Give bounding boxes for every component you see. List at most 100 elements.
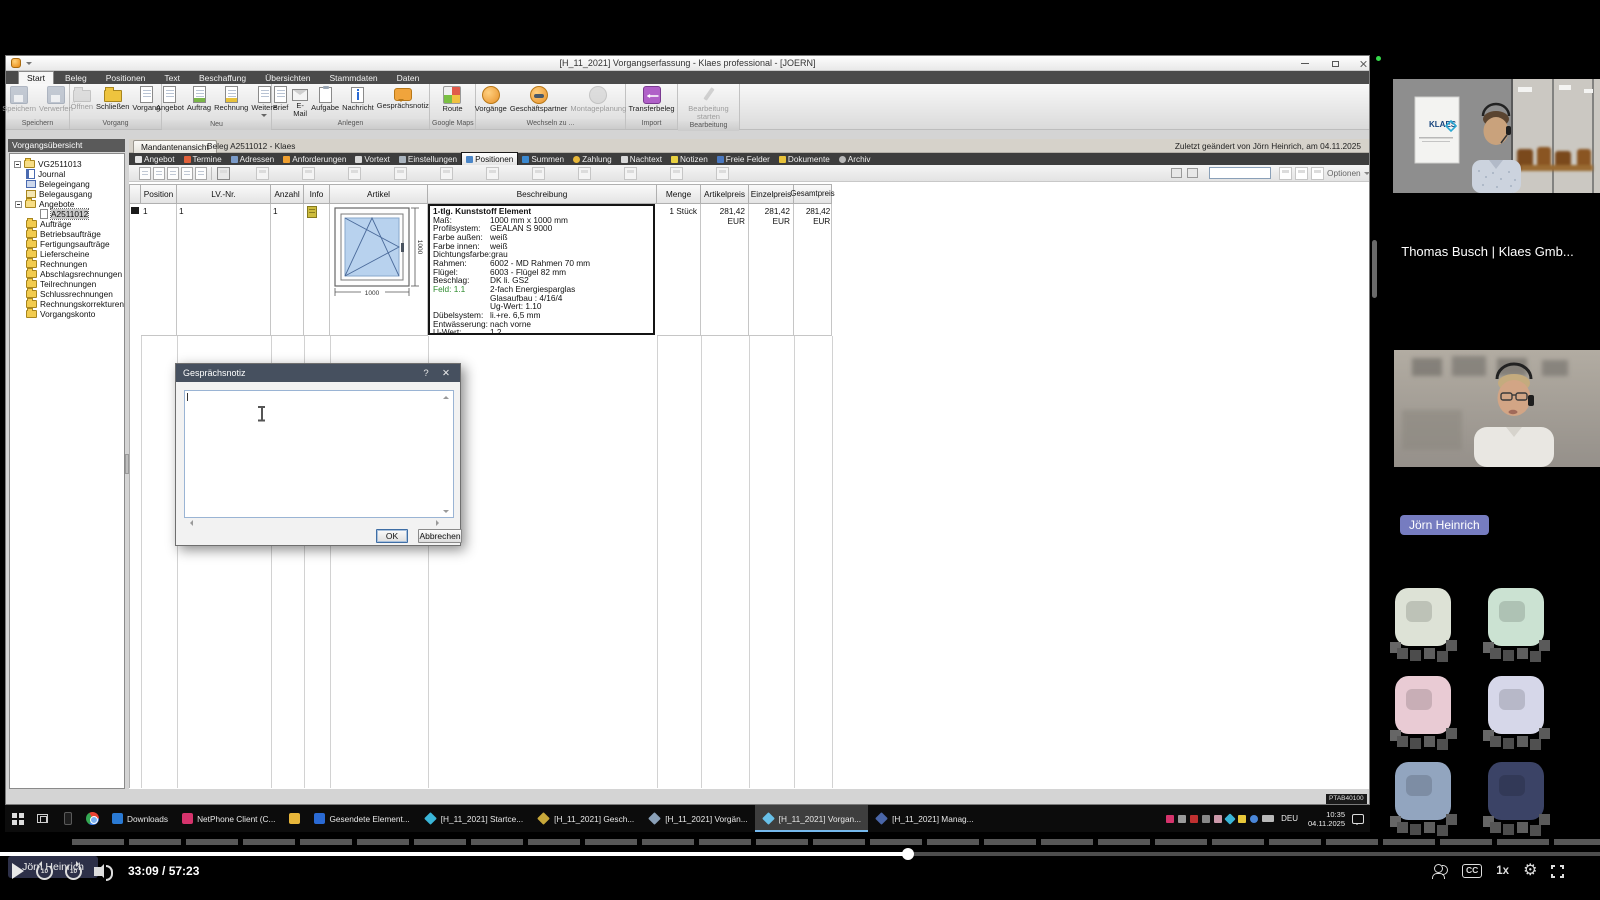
element-type-button[interactable] <box>440 167 453 180</box>
volume-button[interactable] <box>94 867 102 876</box>
tab-summen[interactable]: Summen <box>518 153 568 165</box>
paste-position-icon[interactable] <box>181 167 193 180</box>
collapse-icon[interactable] <box>14 161 21 168</box>
close-button[interactable] <box>1352 58 1374 69</box>
montageplanung-button[interactable]: Montageplanung <box>570 86 626 113</box>
tray-icon[interactable] <box>1224 813 1235 824</box>
element-type-button[interactable] <box>348 167 361 180</box>
taskbar-item-startcenter[interactable]: [H_11_2021] Startce... <box>417 805 530 832</box>
tray-icon[interactable] <box>1238 815 1246 823</box>
tab-angebot[interactable]: Angebot <box>131 153 179 165</box>
tab-termine[interactable]: Termine <box>180 153 226 165</box>
column-header-menge[interactable]: Menge <box>657 184 701 204</box>
menu-tab-text[interactable]: Text <box>156 71 188 84</box>
element-type-button[interactable] <box>670 167 683 180</box>
tab-archiv[interactable]: Archiv <box>835 153 875 165</box>
menu-tab-positionen[interactable]: Positionen <box>98 71 154 84</box>
cell-menge[interactable]: 1 Stück <box>657 204 701 336</box>
tab-einstellungen[interactable]: Einstellungen <box>395 153 461 165</box>
settings-gear-icon[interactable] <box>1523 862 1537 880</box>
element-type-button[interactable] <box>256 167 269 180</box>
tab-nachtext[interactable]: Nachtext <box>617 153 666 165</box>
menu-tab-beleg[interactable]: Beleg <box>57 71 95 84</box>
element-type-button[interactable] <box>716 167 729 180</box>
cell-einzelpreis[interactable]: 281,42 EUR <box>749 204 794 336</box>
open-doc-icon[interactable] <box>1295 167 1308 180</box>
tray-icon[interactable] <box>1166 815 1174 823</box>
tab-adressen[interactable]: Adressen <box>227 153 279 165</box>
tray-icon[interactable] <box>1202 815 1210 823</box>
element-type-button[interactable] <box>578 167 591 180</box>
taskbar-item-outlook[interactable]: Gesendete Element... <box>307 805 416 832</box>
column-header-anzahl[interactable]: Anzahl <box>271 184 304 204</box>
cell-artikelpreis[interactable]: 281,42 EUR <box>701 204 749 336</box>
cancel-button[interactable]: Abbrechen <box>418 529 462 543</box>
column-header-lvnr[interactable]: LV.-Nr. <box>177 184 271 204</box>
cell-info[interactable] <box>304 204 330 336</box>
cell-anzahl[interactable]: 1 <box>271 204 304 336</box>
print-icon[interactable] <box>1171 168 1182 178</box>
nachricht-button[interactable]: Nachricht <box>342 86 374 112</box>
taskbar-item-geschaeftspartner[interactable]: [H_11_2021] Gesch... <box>530 805 641 832</box>
audio-description-icon[interactable] <box>1432 864 1448 878</box>
chapter-segments-bar[interactable] <box>72 839 1600 845</box>
taskbar-item-vorgang-active[interactable]: [H_11_2021] Vorgan... <box>755 805 868 832</box>
element-type-button[interactable] <box>624 167 637 180</box>
brief-button[interactable]: Brief <box>272 86 289 112</box>
element-type-button[interactable] <box>486 167 499 180</box>
rechnung-button[interactable]: Rechnung <box>214 86 248 112</box>
preview-icon[interactable] <box>1187 168 1198 178</box>
column-header-artikel[interactable]: Artikel <box>330 184 428 204</box>
taskbar-item-downloads[interactable]: Downloads <box>105 805 175 832</box>
note-textarea[interactable] <box>184 390 454 518</box>
window-drawing[interactable]: 1000 1000 <box>332 206 424 302</box>
gespraechsnotiz-button[interactable]: Gesprächsnotiz <box>377 86 429 110</box>
menu-tab-daten[interactable]: Daten <box>389 71 428 84</box>
taskbar-item-management[interactable]: [H_11_2021] Manag... <box>868 805 981 832</box>
new-position-icon[interactable] <box>139 167 151 180</box>
oeffnen-button[interactable]: Öffnen <box>71 86 93 111</box>
delete-position-icon[interactable] <box>195 167 207 180</box>
tree-item-vorgangskonto[interactable]: Vorgangskonto <box>13 309 124 319</box>
language-indicator[interactable]: DEU <box>1278 814 1301 823</box>
notification-icon[interactable] <box>1352 814 1364 824</box>
email-button[interactable]: E-Mail <box>292 86 308 118</box>
playback-speed-button[interactable]: 1x <box>1496 865 1509 877</box>
tray-icon[interactable] <box>1214 815 1222 823</box>
menu-tab-start[interactable]: Start <box>18 71 54 84</box>
help-icon[interactable]: ? <box>419 368 433 379</box>
column-header-info[interactable]: Info <box>304 184 330 204</box>
column-header-position[interactable]: Position <box>141 184 177 204</box>
column-header-einzelpreis[interactable]: Einzelpreis <box>749 184 794 204</box>
collapse-icon[interactable] <box>15 201 22 208</box>
column-header-artikelpreis[interactable]: Artikelpreis <box>701 184 749 204</box>
close-icon[interactable]: ✕ <box>439 368 453 379</box>
copy-position-icon[interactable] <box>167 167 179 180</box>
transferbeleg-button[interactable]: Transferbeleg <box>629 86 675 113</box>
rewind-10-button[interactable]: 10 <box>36 863 53 880</box>
clear-icon[interactable] <box>1311 167 1324 180</box>
task-view-button[interactable] <box>30 805 55 832</box>
new-doc-icon[interactable] <box>1279 167 1292 180</box>
element-type-button[interactable] <box>217 167 230 180</box>
geschaeftspartner-button[interactable]: Geschäftspartner <box>510 86 568 113</box>
maximize-button[interactable] <box>1324 58 1346 69</box>
tab-dokumente[interactable]: Dokumente <box>775 153 834 165</box>
route-button[interactable]: Route <box>442 86 462 113</box>
tree-item-journal[interactable]: Journal <box>13 169 124 179</box>
tab-zahlung[interactable]: Zahlung <box>569 153 616 165</box>
ok-button[interactable]: OK <box>376 529 408 543</box>
schliessen-button[interactable]: Schließen <box>96 86 129 111</box>
menu-tab-stammdaten[interactable]: Stammdaten <box>321 71 385 84</box>
minimize-button[interactable] <box>1294 58 1316 69</box>
speichern-button[interactable]: Speichern <box>2 86 36 113</box>
search-input[interactable] <box>1209 167 1271 179</box>
tray-icon[interactable] <box>1190 815 1198 823</box>
bearbeitung-starten-button[interactable]: Bearbeitung starten <box>683 86 734 121</box>
cell-position[interactable]: 1 <box>141 204 177 336</box>
play-button[interactable] <box>12 863 24 879</box>
taskbar-item-explorer[interactable] <box>282 805 307 832</box>
tab-vortext[interactable]: Vortext <box>351 153 394 165</box>
chrome-button[interactable] <box>80 805 105 832</box>
tab-anforderungen[interactable]: Anforderungen <box>279 153 350 165</box>
